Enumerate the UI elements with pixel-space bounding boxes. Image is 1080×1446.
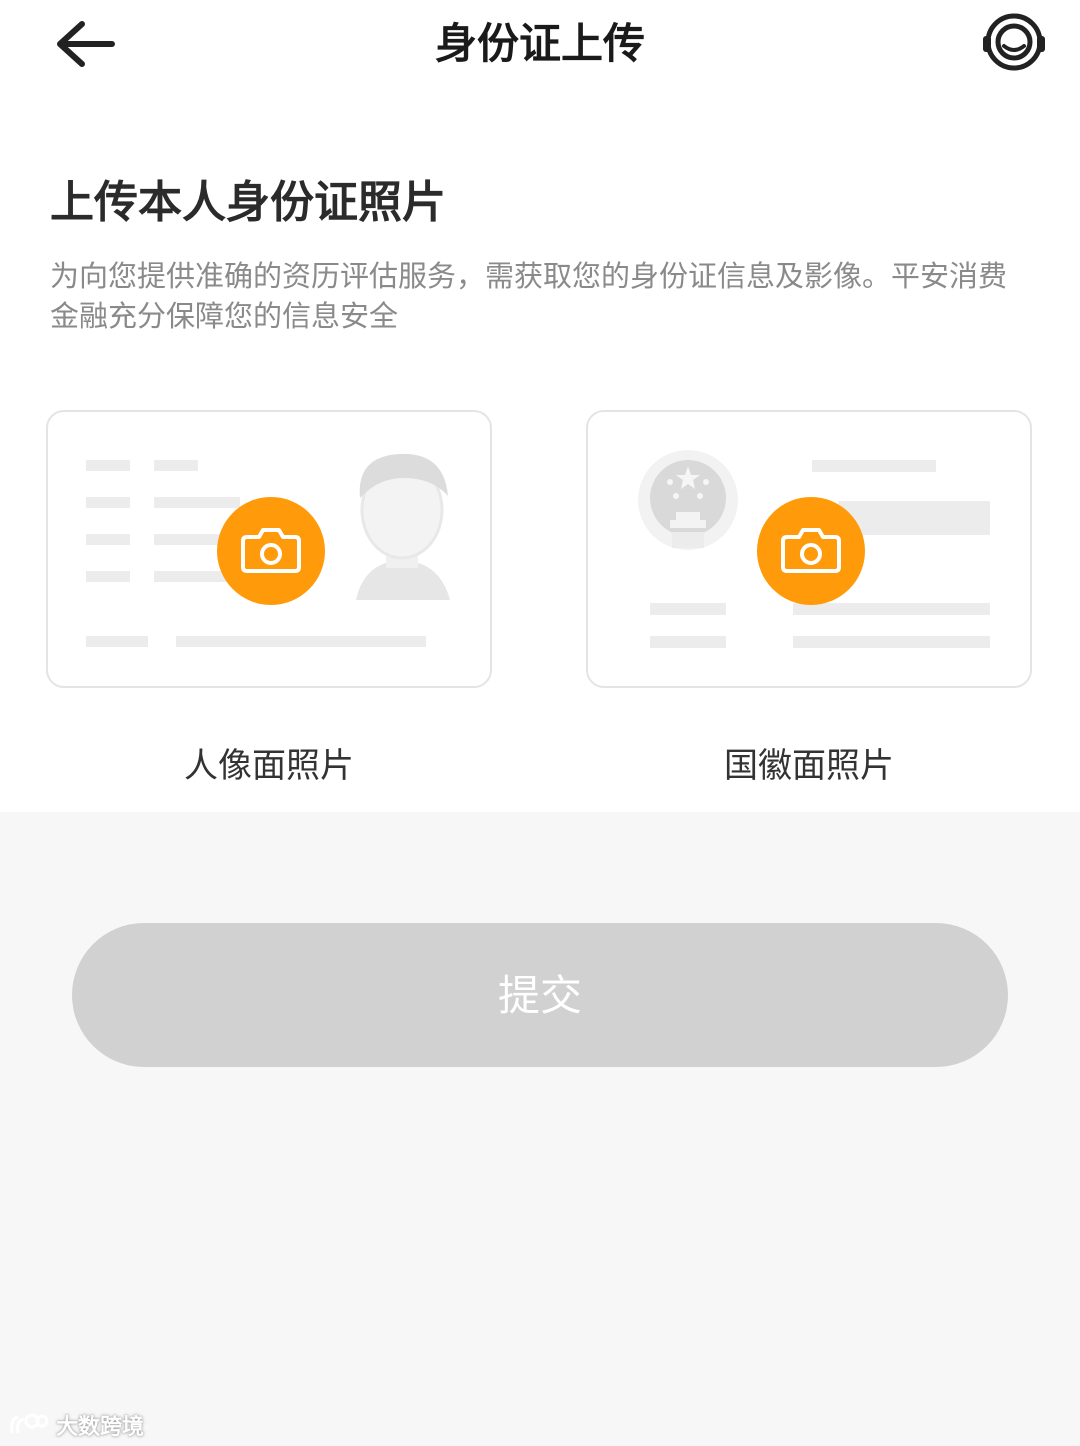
- id-back-label: 国徽面照片: [724, 746, 894, 786]
- national-emblem-illustration: [638, 450, 738, 550]
- customer-service-icon: [983, 13, 1045, 71]
- watermark-logo-icon: [10, 1413, 48, 1434]
- camera-icon: [781, 528, 841, 573]
- id-front-upload-card[interactable]: [46, 410, 492, 688]
- camera-icon: [241, 528, 301, 573]
- watermark-text: 大数跨境: [56, 1415, 145, 1440]
- id-front-label: 人像面照片: [184, 746, 354, 786]
- nav-bar: 身份证上传: [0, 0, 1080, 90]
- id-back-upload-card[interactable]: [586, 410, 1032, 688]
- upload-panel: [0, 0, 1080, 812]
- camera-button[interactable]: [217, 497, 325, 605]
- submit-button[interactable]: 提交: [72, 923, 1008, 1067]
- portrait-silhouette: [356, 453, 450, 600]
- watermark: 大数跨境: [8, 1408, 144, 1442]
- page-title: 身份证上传: [434, 19, 645, 68]
- customer-service-button[interactable]: [978, 10, 1050, 76]
- camera-button[interactable]: [757, 497, 865, 605]
- section-heading: 上传本人身份证照片: [50, 177, 446, 228]
- section-description: 为向您提供准确的资历评估服务，需获取您的身份证信息及影像。平安消费金融充分保障您…: [50, 259, 1008, 333]
